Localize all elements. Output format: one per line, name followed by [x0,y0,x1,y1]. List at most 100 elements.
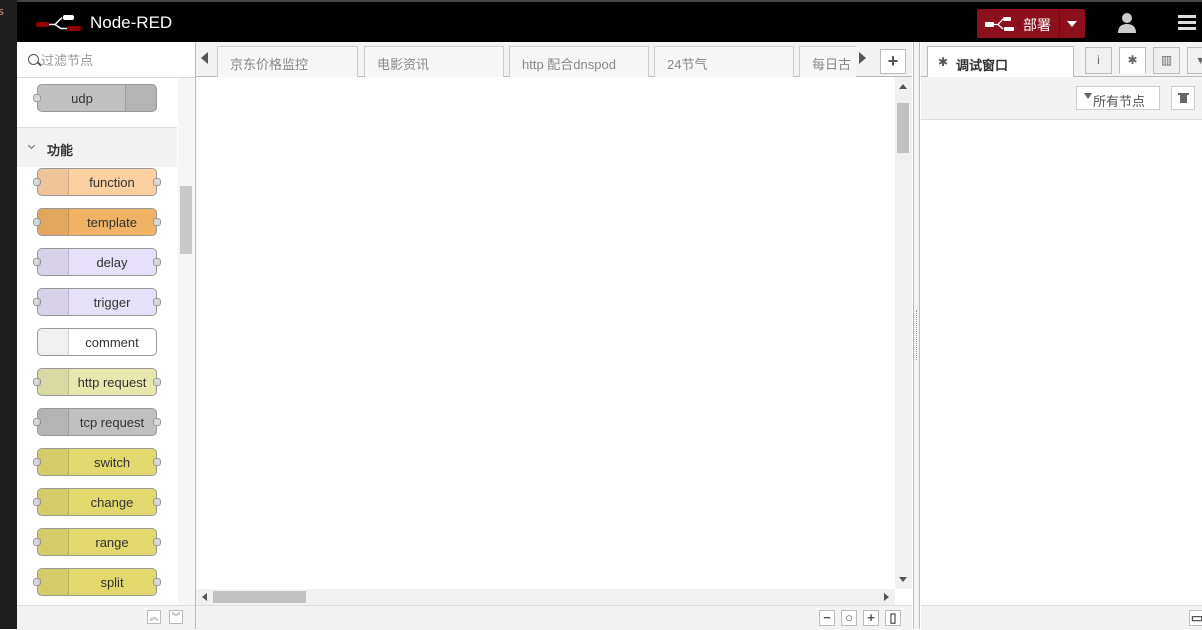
palette-node-label: change [90,495,134,510]
expand-all-button[interactable]: ︾ [169,610,183,624]
clear-debug-button[interactable] [1171,86,1195,110]
open-debug-window-button[interactable]: ▭ [1189,610,1202,626]
flow-canvas[interactable] [196,77,912,605]
palette-node-label: range [95,535,129,550]
code-fragment: atus [0,5,5,18]
udp-icon [125,85,156,111]
deploy-dropdown-icon[interactable] [1067,21,1077,27]
palette-node-switch[interactable]: switch [33,448,161,476]
palette-node-comment[interactable]: comment [37,328,157,356]
delay-icon [38,249,69,275]
separator-grip[interactable] [916,310,918,360]
tcp-request-icon [38,409,69,435]
palette-node-tcp-request[interactable]: tcp request [33,408,161,436]
scroll-thumb[interactable] [180,186,192,254]
palette-node-range[interactable]: range [33,528,161,556]
dashboard-tab-button[interactable]: ▥ [1153,47,1180,74]
bug-icon: ✱ [938,55,949,69]
palette-node-label: template [87,215,137,230]
canvas-vertical-scrollbar[interactable] [895,77,912,589]
node-red-logo-icon [36,15,81,31]
workspace-tab[interactable]: 京东价格监控 [217,46,358,77]
change-icon [38,489,69,515]
workspace-tab-bar: 京东价格监控 电影资讯 http 配合dnspod 24节气 每日古 + [196,42,912,77]
debug-filter-button[interactable]: 所有节点 [1076,86,1160,110]
chevron-down-icon [27,141,36,150]
range-icon [38,529,69,555]
palette-node-split[interactable]: split [33,568,161,596]
http-request-icon [38,369,69,395]
sidebar-tab-bar: ✱ 调试窗口 i ✱ ▥ ▾ [921,42,1202,78]
deploy-icon [985,17,1014,31]
scroll-thumb[interactable] [897,103,909,153]
app-title: Node-RED [90,13,173,32]
palette-footer: ︽ ︾ [17,605,195,630]
workspace-tab[interactable]: 电影资讯 [364,46,504,77]
palette-node-delay[interactable]: delay [33,248,161,276]
user-icon[interactable] [1117,12,1137,34]
palette-node-label: switch [93,455,131,470]
palette-node-label: tcp request [79,415,145,430]
filter-icon [1084,93,1092,99]
scroll-tabs-left-icon[interactable] [201,52,208,64]
tab-debug[interactable]: ✱ 调试窗口 [927,46,1074,78]
scroll-down-icon[interactable] [899,577,907,582]
scroll-left-icon[interactable] [202,593,207,601]
header: Node-RED 部署 [17,0,1202,42]
category-label: 功能 [47,143,74,158]
palette-node-template[interactable]: template [33,208,161,236]
deploy-label: 部署 [1023,17,1051,33]
palette-node-label: trigger [93,295,131,310]
canvas-horizontal-scrollbar[interactable] [196,589,895,605]
switch-icon [38,449,69,475]
comment-icon [38,329,69,355]
palette-node-http-request[interactable]: http request [33,368,161,396]
info-tab-button[interactable]: i [1085,47,1112,74]
workspace-tab[interactable]: 每日古 [799,46,856,77]
palette-node-udp[interactable]: udp [33,84,157,112]
zoom-out-button[interactable]: − [819,610,835,626]
workspace-tabs: 京东价格监控 电影资讯 http 配合dnspod 24节气 每日古 [217,46,856,77]
tab-label: 调试窗口 [956,58,1009,73]
sidebar-separator[interactable] [913,42,920,629]
scroll-right-icon[interactable] [884,593,889,601]
zoom-in-button[interactable]: + [863,610,879,626]
scroll-thumb[interactable] [213,591,306,603]
navigator-button[interactable]: ▯ [885,610,901,626]
debug-filter-label: 所有节点 [1093,94,1146,109]
workspace-tab[interactable]: http 配合dnspod [509,46,649,77]
palette-scrollbar[interactable] [178,78,195,605]
palette-node-label: delay [96,255,128,270]
sidebar-footer: ▭ [921,605,1202,630]
palette-node-label: comment [85,335,139,350]
deploy-divider [1059,9,1060,38]
collapse-all-button[interactable]: ︽ [147,610,161,624]
workspace-tab[interactable]: 24节气 [654,46,794,77]
palette-node-label: split [100,575,124,590]
main-menu-icon[interactable] [1178,15,1196,31]
node-palette: udp 功能 function template delay trigger comme… [17,42,196,630]
palette-node-label: http request [77,375,147,390]
palette-filter [17,42,195,78]
deploy-button[interactable]: 部署 [977,9,1085,38]
palette-node-list: function template delay trigger comment http … [17,167,177,605]
sidebar: ✱ 调试窗口 i ✱ ▥ ▾ 所有节点 ▭ [921,42,1202,630]
add-flow-button[interactable]: + [880,49,906,74]
background-code-editor: atusat"ve"eTy77,ame注释itc可以ang点可e_rlitino… [0,0,17,629]
search-icon [28,54,39,65]
category-header-function[interactable]: 功能 [17,127,177,168]
scroll-tabs-right-icon[interactable] [859,52,866,64]
split-icon [38,569,69,595]
sidebar-tab-menu-button[interactable]: ▾ [1187,47,1202,74]
palette-node-change[interactable]: change [33,488,161,516]
debug-toolbar: 所有节点 [921,77,1202,120]
zoom-reset-button[interactable]: ○ [841,610,857,626]
function-icon [38,169,69,195]
template-icon [38,209,69,235]
workspace-footer: − ○ + ▯ [196,605,912,630]
palette-filter-input[interactable] [39,50,193,70]
scroll-up-icon[interactable] [899,84,907,89]
palette-node-trigger[interactable]: trigger [33,288,161,316]
debug-tab-button[interactable]: ✱ [1119,47,1146,74]
palette-node-function[interactable]: function [33,168,161,196]
